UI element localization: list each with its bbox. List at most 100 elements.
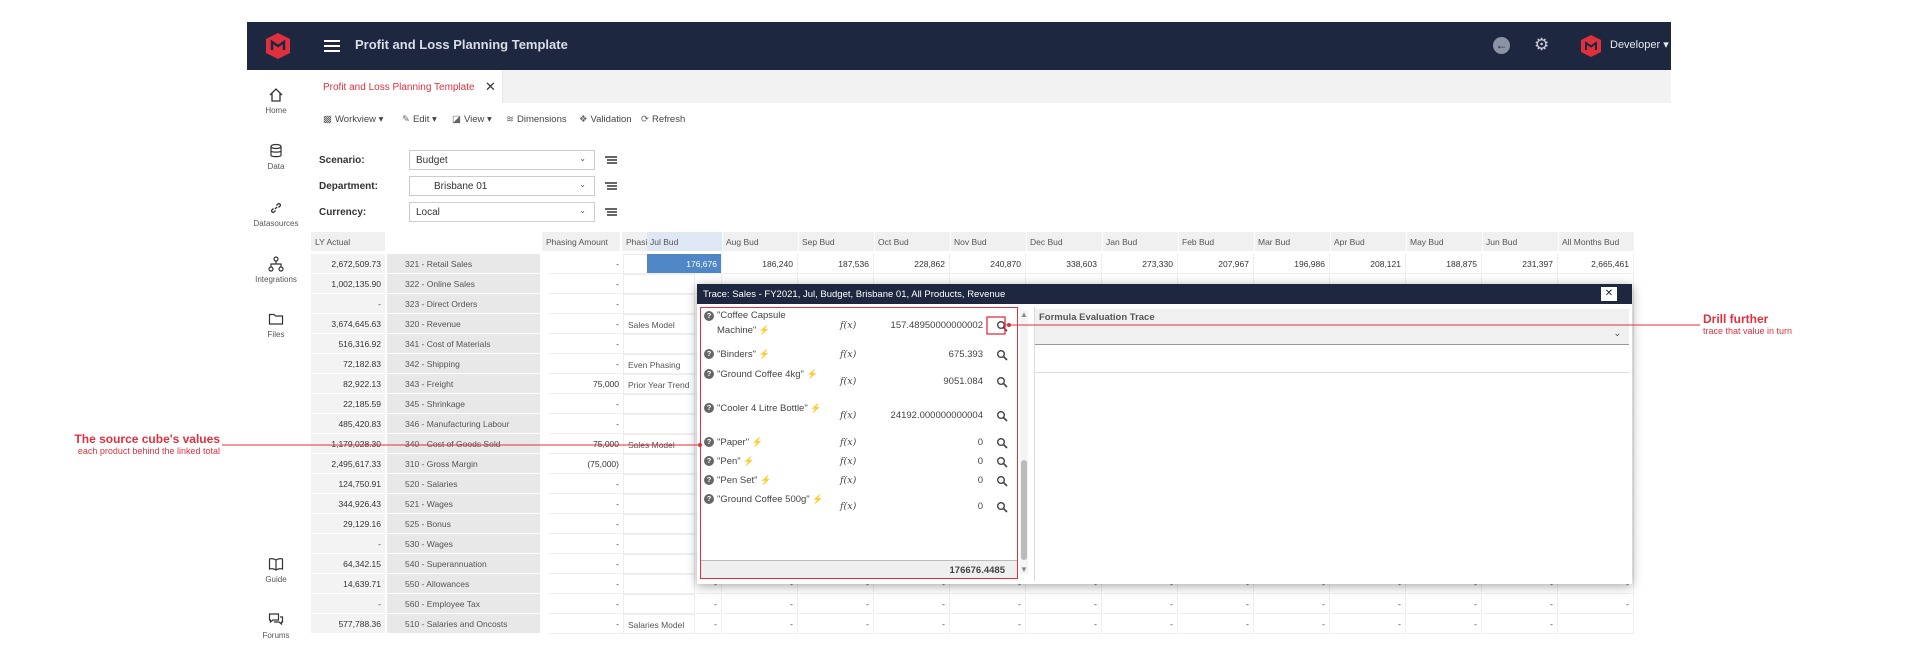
budget-cell[interactable] [1559,614,1634,634]
budget-cell[interactable]: - [723,614,798,634]
budget-cell[interactable]: 208,121 [1331,254,1406,274]
sidebar-item-integrations[interactable]: Integrations [247,256,305,284]
column-header-all-months-bud[interactable]: All Months Bud [1559,232,1634,251]
phasing-amount-cell[interactable]: - [549,574,623,594]
budget-cell[interactable]: 188,875 [1407,254,1482,274]
budget-cell[interactable]: 176,676 [647,254,722,274]
phasing-amount-cell[interactable]: - [549,594,623,614]
scroll-up-icon[interactable]: ▲ [1020,310,1028,319]
budget-cell[interactable]: - [1255,614,1330,634]
help-icon[interactable]: ? [704,456,714,466]
budget-cell[interactable]: - [1179,614,1254,634]
phasing-amount-cell[interactable]: - [549,394,623,414]
column-header-jun-bud[interactable]: Jun Bud [1483,232,1558,251]
phasing-amount-cell[interactable]: - [549,474,623,494]
formula-fx-icon[interactable]: f(x) [840,320,856,331]
magnifier-icon[interactable] [996,410,1008,422]
budget-cell[interactable]: 273,330 [1103,254,1178,274]
magnifier-icon[interactable] [996,320,1008,332]
magnifier-icon[interactable] [996,475,1008,487]
refresh-button[interactable]: ⟳ Refresh [641,114,685,125]
scenario-hierarchy-icon[interactable] [605,155,617,165]
chevron-down-icon[interactable]: ⌄ [1613,328,1621,339]
magnifier-icon[interactable] [996,349,1008,361]
column-header-oct-bud[interactable]: Oct Bud [875,232,950,251]
currency-hierarchy-icon[interactable] [605,207,617,217]
help-icon[interactable]: ? [704,369,714,379]
formula-fx-icon[interactable]: f(x) [840,437,856,448]
budget-cell[interactable]: - [1331,614,1406,634]
column-header-aug-bud[interactable]: Aug Bud [723,232,798,251]
phasing-amount-cell[interactable]: - [549,554,623,574]
budget-cell[interactable]: 207,967 [1179,254,1254,274]
phasing-amount-cell[interactable]: - [549,494,623,514]
budget-cell[interactable]: - [1103,594,1178,614]
column-header-mar-bud[interactable]: Mar Bud [1255,232,1330,251]
column-header-jul-bud[interactable]: Jul Bud [647,232,722,251]
formula-fx-icon[interactable]: f(x) [840,501,856,512]
budget-cell[interactable]: - [875,614,950,634]
phasing-amount-cell[interactable]: - [549,314,623,334]
formula-fx-icon[interactable]: f(x) [840,376,856,387]
validation-button[interactable]: ❖ Validation [579,114,632,125]
menu-icon[interactable] [324,37,340,54]
phasing-amount-cell[interactable]: - [549,254,623,274]
budget-cell[interactable]: 187,536 [799,254,874,274]
column-header-jan-bud[interactable]: Jan Bud [1103,232,1178,251]
sidebar-item-forums[interactable]: Forums [247,612,305,640]
budget-cell[interactable]: 338,603 [1027,254,1102,274]
currency-select[interactable]: Local ⌄ [409,202,595,222]
phasing-amount-cell[interactable]: (75,000) [549,454,623,474]
budget-cell[interactable]: - [1331,594,1406,614]
formula-fx-icon[interactable]: f(x) [840,349,856,360]
help-icon[interactable]: ? [704,437,714,447]
budget-cell[interactable]: - [1483,614,1558,634]
column-header-dec-bud[interactable]: Dec Bud [1027,232,1102,251]
column-header-may-bud[interactable]: May Bud [1407,232,1482,251]
phasing-amount-cell[interactable]: 75,000 [549,374,623,394]
budget-cell[interactable]: - [951,614,1026,634]
trace-list-scrollbar[interactable]: ▲ ▼ [1020,310,1028,574]
budget-cell[interactable]: - [799,614,874,634]
budget-cell[interactable]: - [647,594,722,614]
budget-cell[interactable]: - [647,614,722,634]
tab-pnl-template[interactable]: Profit and Loss Planning Template ✕ [311,70,503,103]
budget-cell[interactable]: 196,986 [1255,254,1330,274]
budget-cell[interactable]: - [1179,594,1254,614]
budget-cell[interactable]: - [1027,594,1102,614]
phasing-amount-cell[interactable]: - [549,534,623,554]
dimensions-button[interactable]: ≋ Dimensions [506,114,567,125]
help-icon[interactable]: ? [704,349,714,359]
budget-cell[interactable]: 2,665,461 [1559,254,1634,274]
magnifier-icon[interactable] [996,437,1008,449]
close-dialog-button[interactable]: ✕ [1601,287,1617,301]
scroll-down-icon[interactable]: ▼ [1020,565,1028,574]
column-header-feb-bud[interactable]: Feb Bud [1179,232,1254,251]
edit-menu[interactable]: ✎ Edit ▾ [402,114,437,125]
phasing-amount-cell[interactable]: - [549,414,623,434]
column-header-apr-bud[interactable]: Apr Bud [1331,232,1406,251]
department-select[interactable]: Brisbane 01 ⌄ [409,176,595,196]
sidebar-item-home[interactable]: Home [247,87,305,115]
sidebar-item-data[interactable]: Data [247,143,305,171]
back-icon[interactable]: ← [1493,37,1510,54]
budget-cell[interactable]: - [875,594,950,614]
budget-cell[interactable]: - [1027,614,1102,634]
phasing-amount-cell[interactable]: - [549,354,623,374]
help-icon[interactable]: ? [704,311,714,321]
budget-cell[interactable]: 240,870 [951,254,1026,274]
help-icon[interactable]: ? [704,475,714,485]
magnifier-icon[interactable] [996,501,1008,513]
sidebar-item-datasources[interactable]: Datasources [247,200,305,228]
scenario-select[interactable]: Budget ⌄ [409,150,595,170]
budget-cell[interactable]: - [951,594,1026,614]
magnifier-icon[interactable] [996,376,1008,388]
sidebar-item-files[interactable]: Files [247,311,305,339]
budget-cell[interactable]: - [1483,594,1558,614]
formula-fx-icon[interactable]: f(x) [840,410,856,421]
budget-cell[interactable]: - [1103,614,1178,634]
budget-cell[interactable]: - [799,594,874,614]
settings-gear-icon[interactable]: ⚙ [1534,35,1549,55]
formula-fx-icon[interactable]: f(x) [840,456,856,467]
help-icon[interactable]: ? [704,494,714,504]
